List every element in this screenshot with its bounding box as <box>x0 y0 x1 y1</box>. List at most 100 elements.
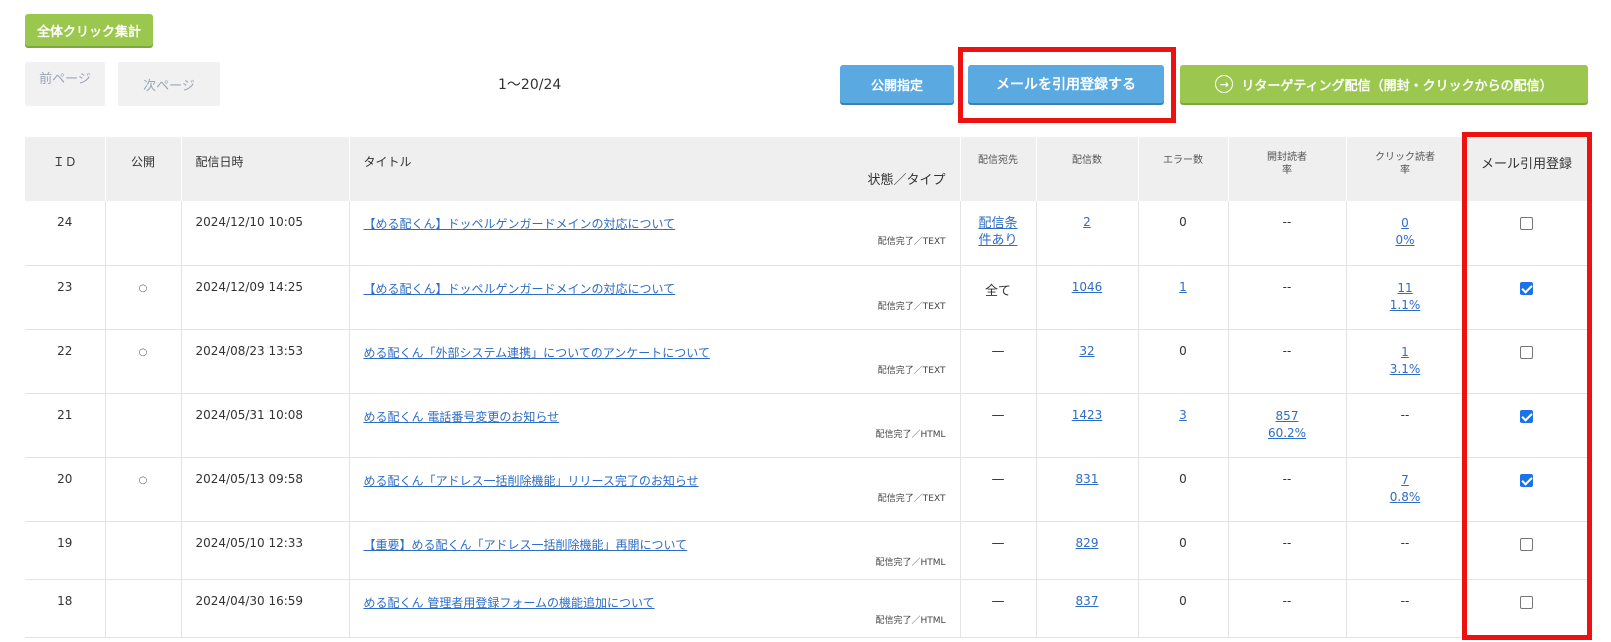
cell-id: 24 <box>25 201 106 266</box>
count-link[interactable]: 837 <box>1076 594 1099 608</box>
open-rate-value: -- <box>1282 215 1292 229</box>
click-rate-link[interactable]: 7 0.8% <box>1348 472 1463 506</box>
status-type: 配信完了／HTML <box>875 557 946 568</box>
errors-value: 0 <box>1179 215 1187 229</box>
mail-title-link[interactable]: 【める配くん】ドッペルゲンガードメインの対応について <box>364 217 676 231</box>
cell-click-rate: 11 1.1% <box>1346 265 1465 330</box>
cell-destination: 全て <box>960 265 1037 330</box>
cell-count: 1046 <box>1036 265 1139 330</box>
click-rate-link[interactable]: 11 1.1% <box>1348 280 1463 314</box>
publish-setting-button[interactable]: 公開指定 <box>840 65 954 103</box>
cell-open-rate: -- <box>1228 579 1347 638</box>
open-rate-value: -- <box>1282 343 1292 358</box>
count-link[interactable]: 32 <box>1079 344 1094 358</box>
destination-line2: 件あり <box>978 233 1018 248</box>
cell-errors: 0 <box>1138 579 1229 638</box>
count-link[interactable]: 2 <box>1083 215 1091 229</box>
cell-title: める配くん「外部システム連携」についてのアンケートについて 配信完了／TEXT <box>349 329 961 394</box>
open-rate-link[interactable]: 857 60.2% <box>1230 408 1345 442</box>
circle-arrow-right-icon: → <box>1215 75 1234 93</box>
cell-quote <box>1464 329 1589 394</box>
destination-text: — <box>991 535 1005 551</box>
cell-open-rate: 857 60.2% <box>1228 393 1347 458</box>
cell-date: 2024/05/10 12:33 <box>181 521 350 580</box>
open-rate-value: -- <box>1282 279 1292 294</box>
mail-title-link[interactable]: める配くん 電話番号変更のお知らせ <box>364 410 560 424</box>
count-link[interactable]: 1423 <box>1072 408 1103 422</box>
click-percent: 0% <box>1395 233 1415 247</box>
next-page-button[interactable]: 次ページ <box>118 62 220 106</box>
header-date: 配信日時 <box>181 137 350 201</box>
cell-destination: — <box>960 329 1037 394</box>
cell-quote <box>1464 201 1589 266</box>
quote-register-checkbox[interactable] <box>1520 409 1534 423</box>
click-rate-link[interactable]: 0 0% <box>1348 215 1463 249</box>
click-count: 11 <box>1397 280 1413 295</box>
destination-link[interactable]: 配信条 件あり <box>962 215 1035 249</box>
header-open-rate: 開封読者 率 <box>1228 137 1347 201</box>
cell-id: 23 <box>25 265 106 330</box>
cell-click-rate: 1 3.1% <box>1346 329 1465 394</box>
count-link[interactable]: 831 <box>1076 472 1099 486</box>
destination-text: — <box>991 407 1005 423</box>
click-count: 1 <box>1401 344 1409 359</box>
mail-title-link[interactable]: 【重要】める配くん「アドレス一括削除機能」再開について <box>364 538 688 552</box>
cell-id: 22 <box>25 329 106 394</box>
quote-register-checkbox[interactable] <box>1520 537 1534 551</box>
quote-register-checkbox[interactable] <box>1520 473 1534 487</box>
click-percent: 3.1% <box>1389 361 1421 376</box>
click-rate-value: -- <box>1400 407 1410 422</box>
header-click-rate-line2: 率 <box>1400 165 1410 176</box>
cell-destination: — <box>960 457 1037 522</box>
mail-title-link[interactable]: める配くん「アドレス一括削除機能」リリース完了のお知らせ <box>364 474 699 488</box>
mail-title-link[interactable]: める配くん 管理者用登録フォームの機能追加について <box>364 596 655 610</box>
click-count: 0 <box>1401 216 1409 230</box>
cell-click-rate: 0 0% <box>1346 201 1465 266</box>
count-link[interactable]: 829 <box>1076 536 1099 550</box>
errors-value[interactable]: 3 <box>1179 408 1187 422</box>
destination-text: — <box>991 471 1005 487</box>
cell-title: 【める配くん】ドッペルゲンガードメインの対応について 配信完了／TEXT <box>349 201 961 266</box>
open-percent: 60.2% <box>1267 425 1307 440</box>
header-public: 公開 <box>105 137 182 201</box>
mail-title-link[interactable]: 【める配くん】ドッペルゲンガードメインの対応について <box>364 282 676 296</box>
table-row: 24 2024/12/10 10:05 【める配くん】ドッペルゲンガードメインの… <box>25 201 1589 266</box>
cell-quote <box>1464 393 1589 458</box>
destination-text: 全て <box>984 283 1011 299</box>
cell-date: 2024/12/09 14:25 <box>181 265 350 330</box>
table-row: 21 2024/05/31 10:08 める配くん 電話番号変更のお知らせ 配信… <box>25 393 1589 458</box>
cell-open-rate: -- <box>1228 521 1347 580</box>
click-rate-link[interactable]: 1 3.1% <box>1348 344 1463 378</box>
count-link[interactable]: 1046 <box>1072 280 1103 294</box>
destination-line1: 配信条 <box>978 216 1018 231</box>
click-rate-value: -- <box>1400 593 1410 608</box>
quote-register-button[interactable]: メールを引用登録する <box>968 65 1164 103</box>
cell-count: 32 <box>1036 329 1139 394</box>
table-row: 22 ○ 2024/08/23 13:53 める配くん「外部システム連携」につい… <box>25 329 1589 394</box>
errors-value[interactable]: 1 <box>1179 280 1187 294</box>
cell-title: 【重要】める配くん「アドレス一括削除機能」再開について 配信完了／HTML <box>349 521 961 580</box>
cell-click-rate: 7 0.8% <box>1346 457 1465 522</box>
errors-value: 0 <box>1179 593 1187 608</box>
quote-register-checkbox[interactable] <box>1520 281 1534 295</box>
destination-text: — <box>991 593 1005 609</box>
cell-destination: 配信条 件あり <box>960 201 1037 266</box>
retargeting-label: リターゲティング配信（開封・クリックからの配信） <box>1241 78 1553 94</box>
cell-open-rate: -- <box>1228 201 1347 266</box>
quote-register-checkbox[interactable] <box>1520 595 1534 609</box>
header-click-rate-line1: クリック読者 <box>1375 152 1435 163</box>
prev-page-button[interactable]: 前ページ <box>25 62 105 106</box>
quote-register-checkbox[interactable] <box>1520 345 1534 359</box>
total-click-summary-button[interactable]: 全体クリック集計 <box>25 14 153 46</box>
cell-click-rate: -- <box>1346 521 1465 580</box>
click-rate-value: -- <box>1400 535 1410 550</box>
mail-title-link[interactable]: める配くん「外部システム連携」についてのアンケートについて <box>364 346 710 360</box>
cell-public: ○ <box>105 329 182 394</box>
destination-text: — <box>991 343 1005 359</box>
click-count: 7 <box>1401 472 1409 487</box>
cell-date: 2024/12/10 10:05 <box>181 201 350 266</box>
quote-register-checkbox[interactable] <box>1520 217 1534 230</box>
cell-date: 2024/05/31 10:08 <box>181 393 350 458</box>
retargeting-button[interactable]: → リターゲティング配信（開封・クリックからの配信） <box>1180 65 1588 103</box>
cell-errors: 3 <box>1138 393 1229 458</box>
